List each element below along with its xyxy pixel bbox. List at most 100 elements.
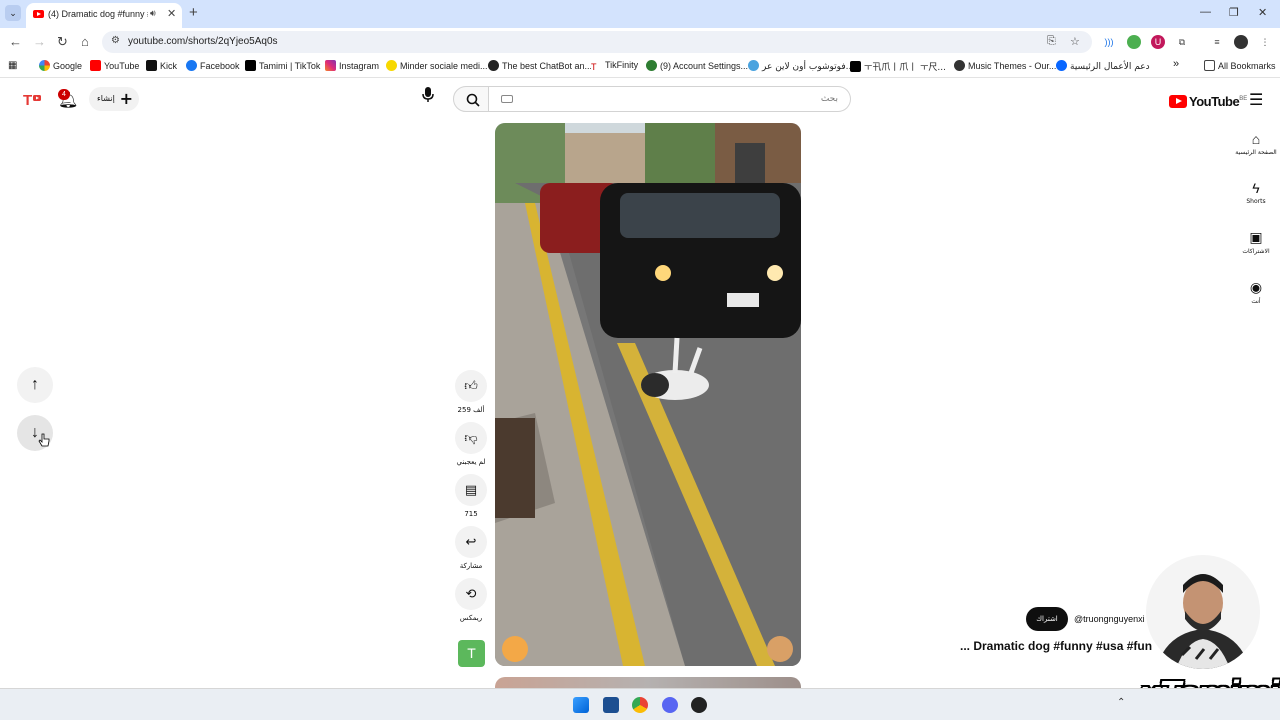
bookmark-instagram[interactable]: Instagram — [325, 60, 379, 71]
bookmark-kick[interactable]: Kick — [146, 60, 177, 71]
tab-title: (4) Dramatic dog #funny #usa — [48, 9, 148, 19]
extension-shield-icon[interactable]: U — [1151, 35, 1165, 49]
search-field[interactable] — [488, 86, 851, 112]
guide-home[interactable]: ⌂ الصفحة الرئيسية — [1234, 131, 1278, 156]
bookmark-star-icon[interactable]: ☆ — [1070, 35, 1080, 48]
extensions-puzzle-icon[interactable]: ⧉ — [1175, 35, 1189, 49]
active-tab[interactable]: (4) Dramatic dog #funny #usa 🔊︎ ✕ — [26, 3, 182, 28]
bookmark-photoshop[interactable]: فوتوشوب أون لاين عر... — [748, 60, 854, 72]
reload-icon[interactable]: ↻ — [57, 34, 68, 50]
restore-icon[interactable]: ❐ — [1229, 6, 1239, 19]
youtube-logo[interactable]: YouTubeBE — [1169, 93, 1247, 111]
close-tab-icon[interactable]: ✕ — [167, 7, 176, 20]
bookmark-google[interactable]: Google — [39, 60, 82, 71]
more-bookmarks-icon[interactable]: » — [1173, 58, 1179, 70]
apps-grid-icon[interactable]: ▦ — [8, 60, 17, 71]
forward-icon[interactable]: → — [33, 34, 46, 49]
bookmark-minder[interactable]: Minder sociale medi... — [386, 60, 488, 71]
channel-logo-icon[interactable]: T — [22, 90, 42, 108]
tiktok-icon — [245, 60, 256, 71]
extension-globe-icon[interactable] — [1127, 35, 1141, 49]
hand-cursor-icon — [38, 433, 50, 447]
guide-you[interactable]: ◉ أنت — [1234, 279, 1278, 305]
tray-chevron-icon[interactable]: ⌃ — [1117, 697, 1125, 708]
install-app-icon[interactable]: ⎘ — [1047, 35, 1056, 48]
create-label: إنشاء — [97, 94, 115, 103]
guide-home-label: الصفحة الرئيسية — [1235, 149, 1277, 156]
snipping-tool-icon[interactable] — [603, 697, 619, 713]
previous-short-button[interactable]: ↑ — [17, 367, 53, 403]
bookmark-music-themes[interactable]: Music Themes - Our... — [954, 60, 1056, 71]
audio-playing-icon[interactable]: 🔊︎ — [150, 8, 156, 19]
discord-icon[interactable] — [662, 697, 678, 713]
guide-shorts[interactable]: ϟ Shorts — [1234, 180, 1278, 205]
remix-icon: ⟲ — [455, 578, 487, 610]
search-button[interactable] — [453, 86, 489, 112]
bookmark-account-settings[interactable]: (9) Account Settings... — [646, 60, 748, 71]
plus-icon: + — [119, 89, 133, 108]
profile-avatar-icon[interactable] — [1234, 35, 1248, 49]
google-icon — [39, 60, 50, 71]
all-bookmarks[interactable]: All Bookmarks — [1204, 60, 1276, 71]
like-button[interactable]: 👍︎ 259 ألف — [455, 370, 487, 414]
remix-button[interactable]: ⟲ ريمكس — [455, 578, 487, 622]
search-icon — [466, 93, 480, 107]
bookmarks-bar: ▦ Google YouTube Kick Facebook Tamimi | … — [0, 56, 1280, 78]
comments-button[interactable]: ▤ 715 — [455, 474, 487, 518]
url-text[interactable]: youtube.com/shorts/2qYjeo5Aq0s — [128, 36, 278, 47]
share-button[interactable]: ↩ مشاركة — [455, 526, 487, 570]
chrome-menu-icon[interactable]: ⋮ — [1258, 35, 1272, 49]
chatgpt-icon — [488, 60, 499, 71]
account-settings-icon — [646, 60, 657, 71]
obs-icon[interactable] — [691, 697, 707, 713]
thumbs-down-icon: 👎︎ — [455, 422, 487, 454]
snapchat-icon — [386, 60, 397, 71]
bookmark-x[interactable]: ㅜ卂爪丨爪丨 ㅜ尺... — [850, 60, 946, 73]
windows-start-icon[interactable] — [573, 697, 589, 713]
remix-label: ريمكس — [459, 614, 483, 622]
guide-you-label: أنت — [1251, 298, 1261, 305]
new-tab-icon[interactable]: + — [189, 4, 198, 21]
reading-list-icon[interactable]: ≡ — [1210, 35, 1224, 49]
voice-search-icon[interactable] — [416, 87, 440, 111]
guide-subscriptions[interactable]: ▣ الاشتراكات — [1234, 229, 1278, 255]
comment-icon: ▤ — [455, 474, 487, 506]
bookmark-chatbot[interactable]: The best ChatBot an... — [488, 60, 592, 71]
close-window-icon[interactable]: ✕ — [1258, 6, 1267, 19]
bookmark-youtube[interactable]: YouTube — [90, 60, 139, 71]
home-icon[interactable]: ⌂ — [81, 34, 89, 49]
shorts-icon: ϟ — [1252, 180, 1260, 196]
windows-taskbar: ⌃ — [0, 688, 1280, 720]
extension-speech-icon[interactable]: ))) — [1102, 35, 1116, 49]
minimize-icon[interactable]: — — [1200, 6, 1211, 18]
video-title[interactable]: ... Dramatic dog #funny #usa #fun — [960, 639, 1170, 653]
address-bar[interactable]: ⚙ youtube.com/shorts/2qYjeo5Aq0s ⎘ ☆ — [102, 31, 1092, 53]
bookmark-meta-business[interactable]: دعم الأعمال الرئيسية — [1056, 60, 1150, 72]
tikfinity-icon: T — [591, 62, 602, 73]
bookmark-facebook[interactable]: Facebook — [186, 60, 240, 71]
streamer-avatar-image — [1146, 555, 1260, 669]
back-icon[interactable]: ← — [9, 34, 22, 49]
user-circle-icon: ◉ — [1249, 279, 1263, 295]
site-info-icon[interactable]: ⚙ — [111, 35, 120, 46]
bookmark-tikfinity[interactable]: T TikFinity — [591, 60, 638, 73]
subscribe-button[interactable]: اشتراك — [1026, 607, 1068, 631]
channel-handle[interactable]: @truongnguyenxi — [1074, 614, 1149, 624]
music-themes-icon — [954, 60, 965, 71]
meta-icon — [1056, 60, 1067, 71]
x-icon — [850, 61, 861, 72]
chrome-icon[interactable] — [632, 697, 648, 713]
kick-icon — [146, 60, 157, 71]
hamburger-menu-icon[interactable]: ☰ — [1249, 90, 1263, 110]
youtube-favicon-icon — [33, 10, 44, 18]
tab-search-icon[interactable]: ⌄ — [5, 5, 21, 21]
search-input[interactable] — [498, 91, 838, 107]
guide-shorts-label: Shorts — [1246, 198, 1266, 205]
channel-thumbnail[interactable]: T — [458, 640, 485, 667]
short-video-player[interactable] — [495, 123, 801, 666]
dislike-label: لم يعجبني — [456, 458, 486, 466]
youtube-logo-icon — [1169, 95, 1187, 108]
create-button[interactable]: إنشاء + — [89, 87, 139, 111]
bookmark-tiktok[interactable]: Tamimi | TikTok — [245, 60, 320, 71]
dislike-button[interactable]: 👎︎ لم يعجبني — [455, 422, 487, 466]
